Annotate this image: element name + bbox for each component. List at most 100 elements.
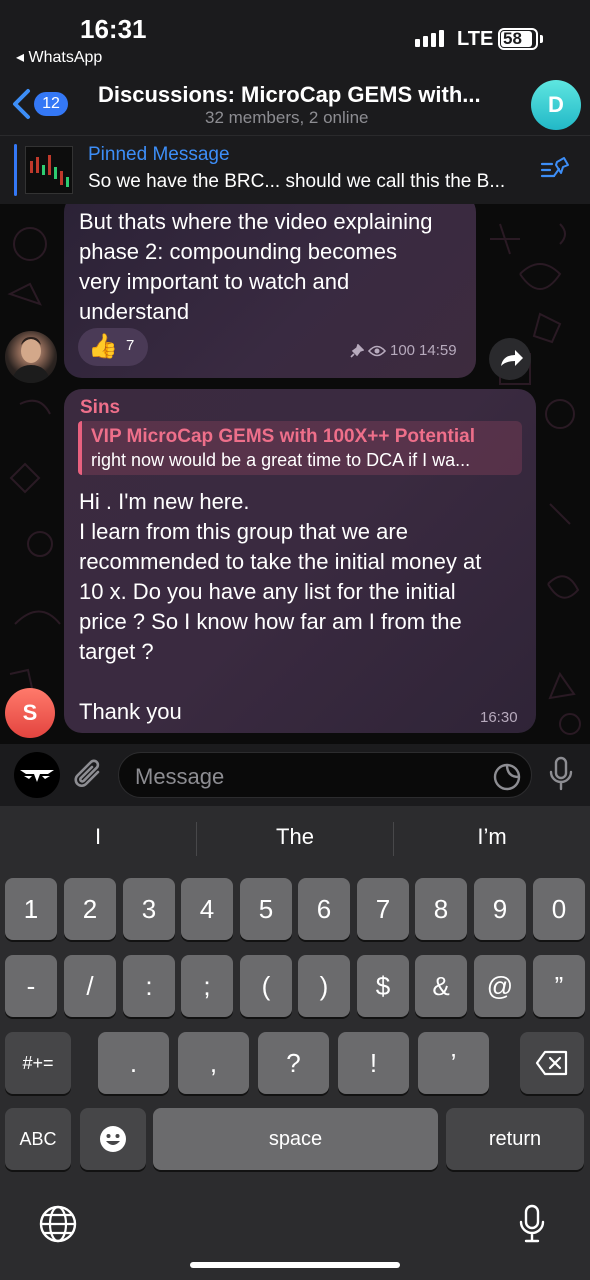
key[interactable]: 8 [415, 878, 467, 940]
forward-button[interactable] [489, 338, 531, 380]
suggestion[interactable]: The [197, 824, 393, 850]
chat-subtitle: 32 members, 2 online [205, 108, 369, 127]
key[interactable]: 6 [298, 878, 350, 940]
group-avatar[interactable]: D [531, 80, 581, 130]
message-input[interactable]: Message [118, 752, 532, 798]
key[interactable]: ; [181, 955, 233, 1017]
thumbs-up-icon: 👍 [88, 333, 118, 360]
emoji-key[interactable] [80, 1108, 146, 1170]
reply-title: VIP MicroCap GEMS with 100X++ Potential [91, 426, 475, 447]
attach-button[interactable] [72, 756, 106, 799]
home-indicator [190, 1262, 400, 1268]
status-time: 16:31 [80, 14, 147, 44]
key[interactable]: 9 [474, 878, 526, 940]
unread-count-badge[interactable]: 12 [34, 92, 68, 116]
key[interactable]: 4 [181, 878, 233, 940]
pinned-title: Pinned Message [88, 144, 230, 165]
symbols-toggle-key[interactable]: #+= [5, 1032, 71, 1094]
message-line: But thats where the video explaining [79, 209, 433, 234]
sender-avatar[interactable]: S [5, 688, 55, 738]
chat-title[interactable]: Discussions: MicroCap GEMS with... [98, 82, 498, 108]
abc-key[interactable]: ABC [5, 1108, 71, 1170]
message-line: price ? So I know how far am I from the [79, 609, 462, 634]
signal-icon [415, 30, 444, 47]
message-line: Thank you [79, 699, 182, 724]
sender-avatar[interactable] [5, 331, 57, 383]
reaction-chip[interactable]: 👍 7 [78, 328, 148, 366]
key[interactable]: ? [258, 1032, 329, 1094]
message-input-bar: Message [0, 744, 590, 806]
message-line: recommended to take the initial money at [79, 549, 482, 574]
key[interactable]: 0 [533, 878, 585, 940]
key[interactable]: ’ [418, 1032, 489, 1094]
sender-name[interactable]: Sins [80, 397, 120, 419]
key[interactable]: ) [298, 955, 350, 1017]
delete-key[interactable] [520, 1032, 584, 1094]
sticker-button[interactable] [493, 763, 521, 796]
suggestion[interactable]: I [0, 824, 196, 850]
message-bubble[interactable]: Sins VIP MicroCap GEMS with 100X++ Poten… [64, 389, 536, 733]
keyboard: I The I’m 1 2 3 4 5 6 7 8 9 0 - / : ; ( … [0, 806, 590, 1280]
globe-icon[interactable] [38, 1204, 78, 1249]
suggestion[interactable]: I’m [394, 824, 590, 850]
key[interactable]: @ [474, 955, 526, 1017]
message-line: target ? [79, 639, 154, 664]
views-eye-icon [368, 345, 386, 356]
sticker-icon [493, 763, 521, 791]
message-line: I learn from this group that we are [79, 519, 408, 544]
battery-icon: 58 [498, 28, 538, 50]
pinned-indicator [14, 144, 17, 196]
message-line: 10 x. Do you have any list for the initi… [79, 579, 456, 604]
pinned-list-icon[interactable] [540, 156, 570, 187]
key[interactable]: , [178, 1032, 249, 1094]
key[interactable]: 2 [64, 878, 116, 940]
wings-logo-icon [20, 770, 54, 782]
voice-message-button[interactable] [548, 756, 574, 797]
emoji-icon [100, 1126, 126, 1152]
key[interactable]: 1 [5, 878, 57, 940]
key[interactable]: : [123, 955, 175, 1017]
paperclip-icon [74, 759, 100, 787]
reaction-count: 7 [126, 337, 135, 354]
chat-header: 12 Discussions: MicroCap GEMS with... 32… [0, 72, 590, 136]
suggestion-bar: I The I’m [0, 806, 590, 870]
reply-text: right now would be a great time to DCA i… [91, 450, 471, 470]
backspace-icon [535, 1050, 568, 1076]
key[interactable]: - [5, 955, 57, 1017]
chat-area[interactable]: But thats where the video explaining pha… [0, 204, 590, 744]
key[interactable]: 5 [240, 878, 292, 940]
key[interactable]: . [98, 1032, 169, 1094]
key[interactable]: & [415, 955, 467, 1017]
key[interactable]: ! [338, 1032, 409, 1094]
bot-menu-button[interactable] [14, 752, 60, 798]
back-to-app-link[interactable]: ◂ WhatsApp [16, 47, 102, 67]
forward-icon [501, 350, 523, 366]
key[interactable]: $ [357, 955, 409, 1017]
battery-level: 58 [503, 29, 522, 48]
back-chevron-icon[interactable] [10, 88, 32, 125]
pinned-thumbnail [25, 146, 73, 194]
message-bubble[interactable]: But thats where the video explaining pha… [64, 204, 476, 378]
views-count: 100 [390, 342, 416, 359]
message-line: phase 2: compounding becomes [79, 239, 397, 264]
space-key[interactable]: space [153, 1108, 438, 1170]
key[interactable]: 7 [357, 878, 409, 940]
message-meta: 100 14:59 [350, 342, 457, 359]
reply-preview[interactable]: VIP MicroCap GEMS with 100X++ Potential … [78, 421, 522, 475]
message-time: 16:30 [480, 709, 518, 726]
microphone-icon [549, 756, 573, 791]
key[interactable]: ( [240, 955, 292, 1017]
pin-icon [350, 343, 364, 358]
pinned-message-bar[interactable]: Pinned Message So we have the BRC... sho… [0, 136, 590, 204]
return-key[interactable]: return [446, 1108, 584, 1170]
message-line: Hi . I'm new here. [79, 489, 250, 514]
message-line: very important to watch and [79, 269, 350, 294]
key[interactable]: / [64, 955, 116, 1017]
key[interactable]: 3 [123, 878, 175, 940]
key[interactable]: ” [533, 955, 585, 1017]
status-bar: 16:31 ◂ WhatsApp LTE 58 [0, 0, 590, 72]
message-time: 14:59 [419, 342, 457, 359]
network-type: LTE [457, 28, 494, 50]
dictation-mic-icon[interactable] [518, 1204, 546, 1249]
message-line: understand [79, 299, 190, 324]
